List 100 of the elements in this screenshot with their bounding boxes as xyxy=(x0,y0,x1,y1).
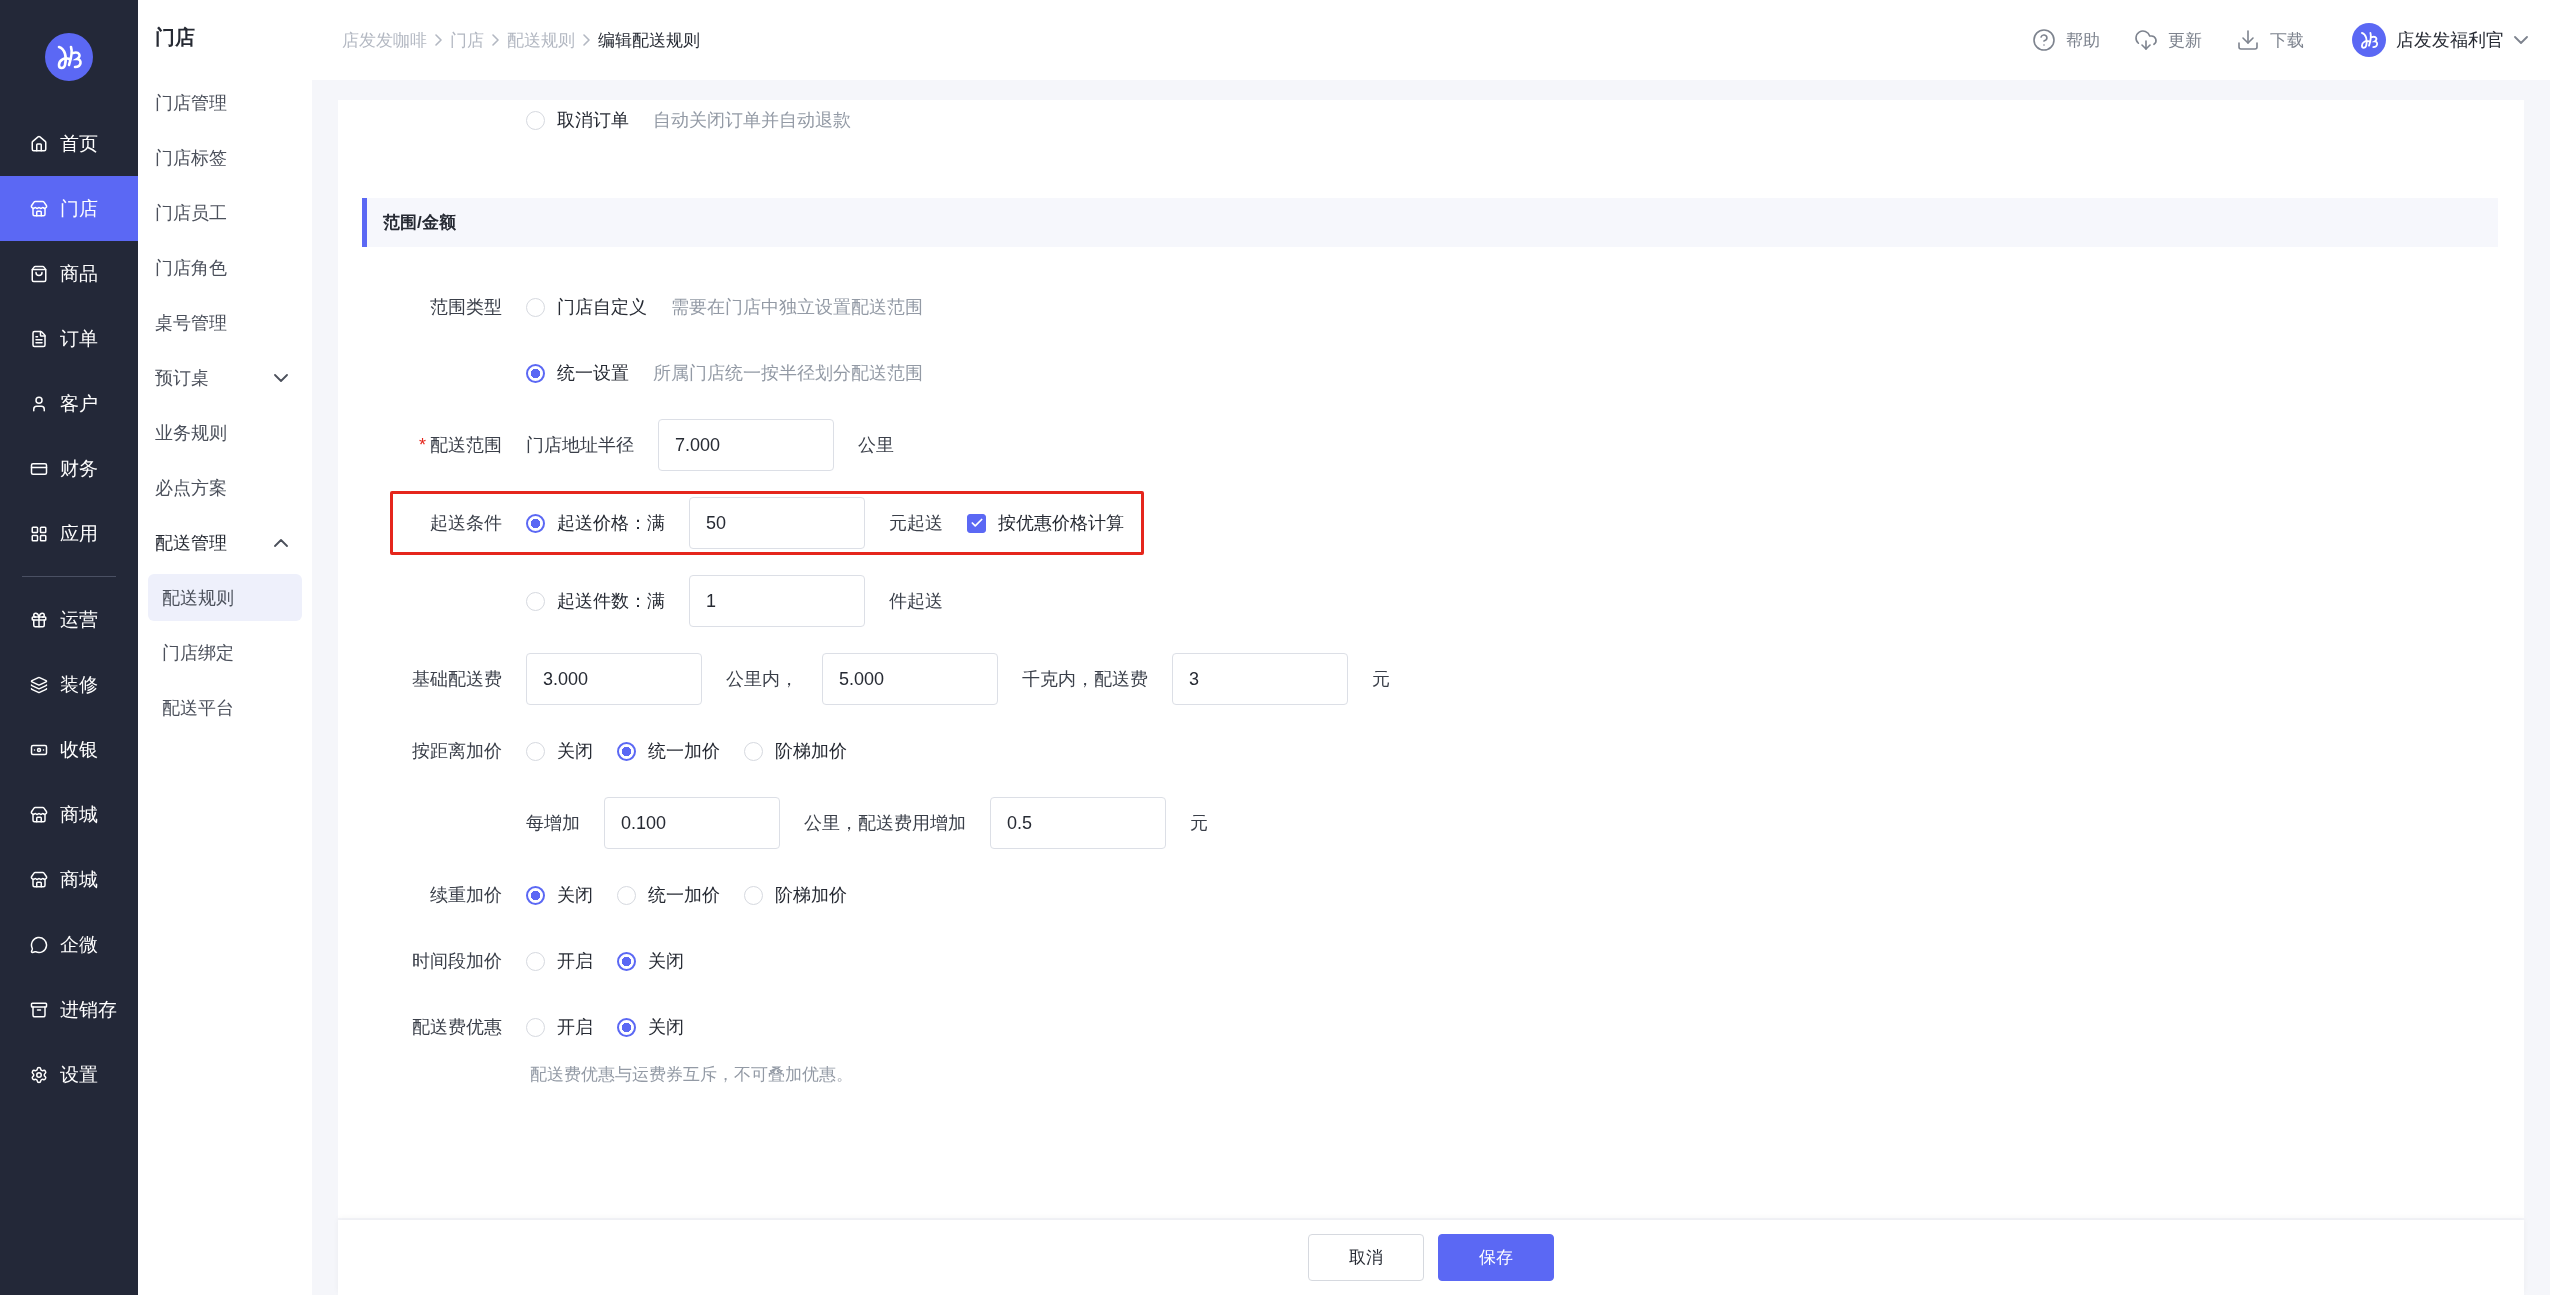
input-field[interactable]: 3.000 xyxy=(526,653,702,705)
home-icon xyxy=(30,134,48,153)
nav-item[interactable]: 订单 xyxy=(0,306,138,371)
logo-icon xyxy=(45,33,93,81)
store-icon xyxy=(30,805,48,824)
store-icon xyxy=(30,870,48,889)
unit-text: 千克内，配送费 xyxy=(1022,668,1148,691)
field-label: 配送费优惠 xyxy=(411,1016,502,1039)
breadcrumb-item: 编辑配送规则 xyxy=(598,29,700,52)
sidebar-item[interactable]: 配送平台 xyxy=(148,684,302,731)
field-label: 续重加价 xyxy=(429,884,502,907)
gift-icon xyxy=(30,610,48,629)
chevron-icon xyxy=(435,34,442,46)
nav-item[interactable]: 进销存 xyxy=(0,977,138,1042)
bag-icon xyxy=(30,264,48,283)
sidebar-item[interactable]: 配送管理 xyxy=(148,519,302,566)
radio-option[interactable]: 关闭 xyxy=(526,883,593,907)
radio-option[interactable]: 统一加价 xyxy=(617,883,720,907)
radio-option[interactable]: 阶梯加价 xyxy=(744,883,847,907)
input-field[interactable]: 5.000 xyxy=(822,653,998,705)
layers-icon xyxy=(30,675,48,694)
section-header: 范围/金额 xyxy=(362,198,2498,247)
radio-option[interactable]: 起送价格：满 xyxy=(526,511,665,535)
hint-text: 自动关闭订单并自动退款 xyxy=(653,109,851,132)
nav-item[interactable]: 财务 xyxy=(0,436,138,501)
radio-option[interactable]: 关闭 xyxy=(526,739,593,763)
input-field[interactable]: 3 xyxy=(1172,653,1348,705)
nav-item[interactable]: 客户 xyxy=(0,371,138,436)
cloud-download-icon xyxy=(2134,28,2158,52)
unit-text: 件起送 xyxy=(889,590,943,613)
radio-option[interactable]: 开启 xyxy=(526,1015,593,1039)
radio-option[interactable]: 关闭 xyxy=(617,1015,684,1039)
unit-text: 门店地址半径 xyxy=(526,434,634,457)
sidebar-item[interactable]: 预订桌 xyxy=(148,354,302,401)
unit-text: 每增加 xyxy=(526,812,580,835)
user-icon xyxy=(30,394,48,413)
field-label: 时间段加价 xyxy=(411,950,502,973)
cancel-button[interactable]: 取消 xyxy=(1308,1234,1424,1281)
radio-option[interactable]: 取消订单 xyxy=(526,108,629,132)
unit-text: 元 xyxy=(1190,812,1208,835)
caret-icon xyxy=(274,538,288,547)
nav-item[interactable]: 收银 xyxy=(0,717,138,782)
sidebar-item[interactable]: 业务规则 xyxy=(148,409,302,456)
radio-option[interactable]: 门店自定义 xyxy=(526,295,647,319)
input-field[interactable]: 0.100 xyxy=(604,797,780,849)
input-field[interactable]: 7.000 xyxy=(658,419,834,471)
sidebar-item[interactable]: 必点方案 xyxy=(148,464,302,511)
radio-option[interactable]: 阶梯加价 xyxy=(744,739,847,763)
input-field[interactable]: 1 xyxy=(689,575,865,627)
field-label: 基础配送费 xyxy=(411,668,502,691)
nav-item[interactable]: 商城 xyxy=(0,847,138,912)
radio-option[interactable]: 起送件数：满 xyxy=(526,589,665,613)
header-action[interactable]: 更新 xyxy=(2134,28,2202,52)
nav-item[interactable]: 运营 xyxy=(0,587,138,652)
radio-option[interactable]: 统一设置 xyxy=(526,361,629,385)
nav-item[interactable]: 装修 xyxy=(0,652,138,717)
input-field[interactable]: 0.5 xyxy=(990,797,1166,849)
field-label: 按距离加价 xyxy=(411,740,502,763)
sidebar-item[interactable]: 配送规则 xyxy=(148,574,302,621)
nav-item[interactable]: 应用 xyxy=(0,501,138,566)
radio-option[interactable]: 开启 xyxy=(526,949,593,973)
hint-text: 配送费优惠与运费券互斥，不可叠加优惠。 xyxy=(530,1064,854,1086)
field-label: 范围类型 xyxy=(429,296,502,319)
avatar-icon xyxy=(2352,23,2386,57)
header-action[interactable]: 帮助 xyxy=(2032,28,2100,52)
field-label: 起送条件 xyxy=(429,512,502,535)
archive-icon xyxy=(30,1000,48,1019)
input-field[interactable]: 50 xyxy=(689,497,865,549)
hint-text: 所属门店统一按半径划分配送范围 xyxy=(653,362,923,385)
nav-item[interactable]: 商城 xyxy=(0,782,138,847)
sidebar-item[interactable]: 门店标签 xyxy=(148,134,302,181)
sidebar-item[interactable]: 门店角色 xyxy=(148,244,302,291)
unit-text: 元起送 xyxy=(889,512,943,535)
user-menu[interactable]: 店发发福利官 xyxy=(2352,23,2528,57)
download-icon xyxy=(2236,28,2260,52)
help-icon xyxy=(2032,28,2056,52)
chevron-icon xyxy=(492,34,499,46)
radio-option[interactable]: 关闭 xyxy=(617,949,684,973)
field-label: * 配送范围 xyxy=(418,434,502,457)
nav-item[interactable]: 设置 xyxy=(0,1042,138,1107)
hint-text: 需要在门店中独立设置配送范围 xyxy=(671,296,923,319)
chat-bubble-icon xyxy=(30,935,48,954)
nav-item[interactable]: 商品 xyxy=(0,241,138,306)
unit-text: 公里内， xyxy=(726,668,798,691)
sidebar-item[interactable]: 门店管理 xyxy=(148,79,302,126)
nav-item[interactable]: 企微 xyxy=(0,912,138,977)
radio-option[interactable]: 统一加价 xyxy=(617,739,720,763)
settings-icon xyxy=(30,1065,48,1084)
header-action[interactable]: 下载 xyxy=(2236,28,2304,52)
grid-icon xyxy=(30,524,48,543)
checkbox-option[interactable]: 按优惠价格计算 xyxy=(967,511,1124,535)
sidebar-item[interactable]: 门店绑定 xyxy=(148,629,302,676)
store-icon xyxy=(30,199,48,218)
nav-item[interactable]: 首页 xyxy=(0,111,138,176)
nav-item[interactable]: 门店 xyxy=(0,176,138,241)
document-icon xyxy=(30,329,48,348)
sidebar-title: 门店 xyxy=(154,25,196,50)
save-button[interactable]: 保存 xyxy=(1438,1234,1554,1281)
sidebar-item[interactable]: 门店员工 xyxy=(148,189,302,236)
sidebar-item[interactable]: 桌号管理 xyxy=(148,299,302,346)
